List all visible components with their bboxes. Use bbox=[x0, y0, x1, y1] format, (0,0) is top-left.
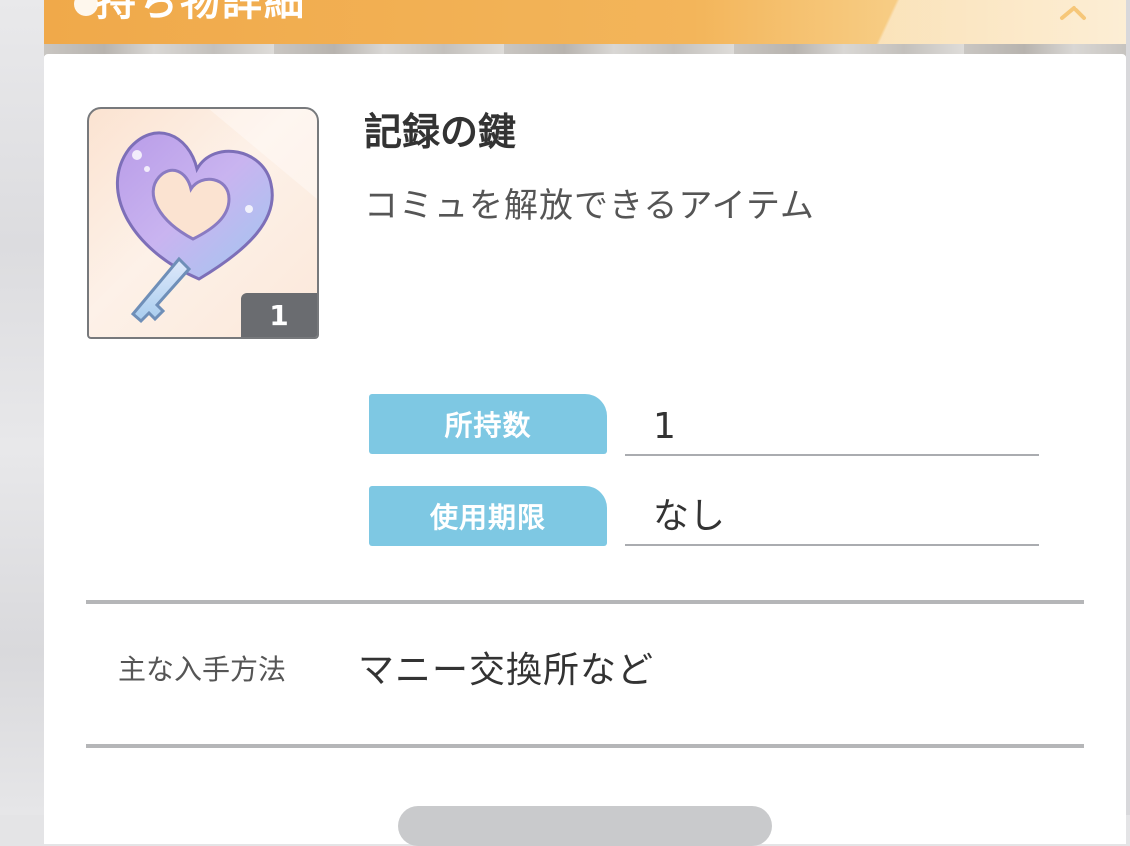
obtain-method-value: マニー交換所など bbox=[358, 650, 655, 691]
divider-bottom bbox=[86, 744, 1084, 748]
owned-count-label: 所持数 bbox=[369, 394, 607, 454]
item-count-badge: 1 bbox=[241, 293, 317, 337]
expiry-value: なし bbox=[625, 486, 1039, 546]
header-left-icon bbox=[74, 0, 98, 16]
background-left bbox=[0, 0, 44, 815]
item-name: 記録の鍵 bbox=[364, 110, 517, 154]
close-button[interactable] bbox=[398, 806, 772, 846]
divider-top bbox=[86, 600, 1084, 604]
obtain-method-label: 主な入手方法 bbox=[118, 653, 287, 686]
item-thumbnail: 1 bbox=[87, 107, 319, 339]
sparkle-icon bbox=[1060, 6, 1086, 20]
expiry-label: 使用期限 bbox=[369, 486, 607, 546]
owned-count-value: 1 bbox=[625, 396, 1039, 456]
item-description: コミュを解放できるアイテム bbox=[364, 186, 815, 226]
dialog-header: 持ち物詳細 bbox=[44, 0, 1126, 44]
dialog-title: 持ち物詳細 bbox=[96, 0, 306, 25]
